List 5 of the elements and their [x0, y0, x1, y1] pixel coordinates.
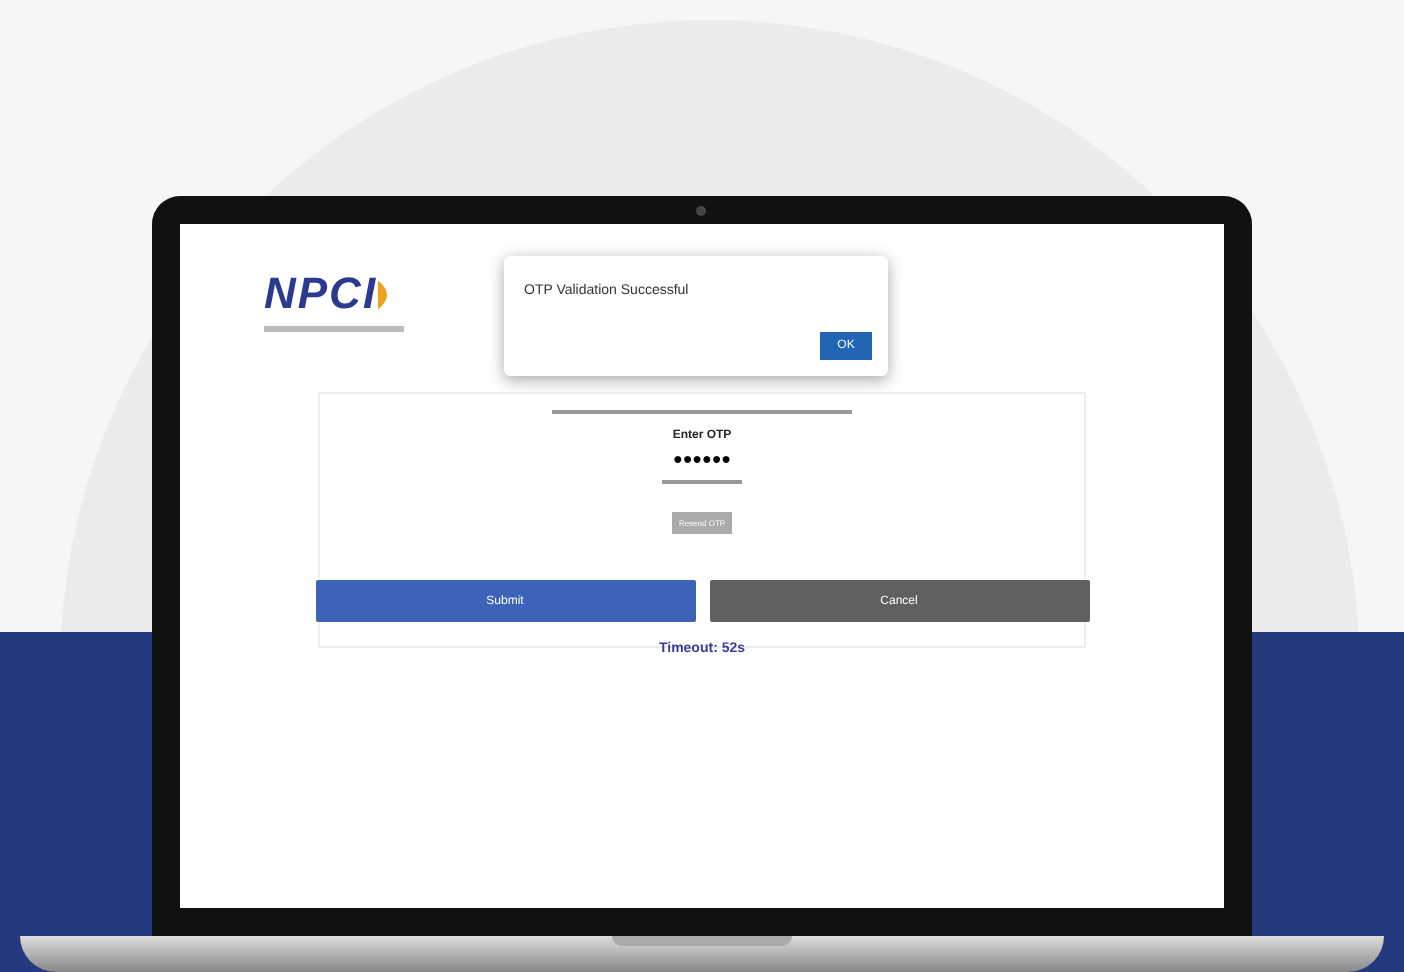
illegible-text-line: [662, 480, 742, 484]
logo: NPCI: [264, 268, 404, 320]
logo-tagline-line: [264, 326, 404, 332]
camera-icon: [696, 206, 706, 216]
otp-field[interactable]: ●●●●●●: [642, 450, 762, 468]
